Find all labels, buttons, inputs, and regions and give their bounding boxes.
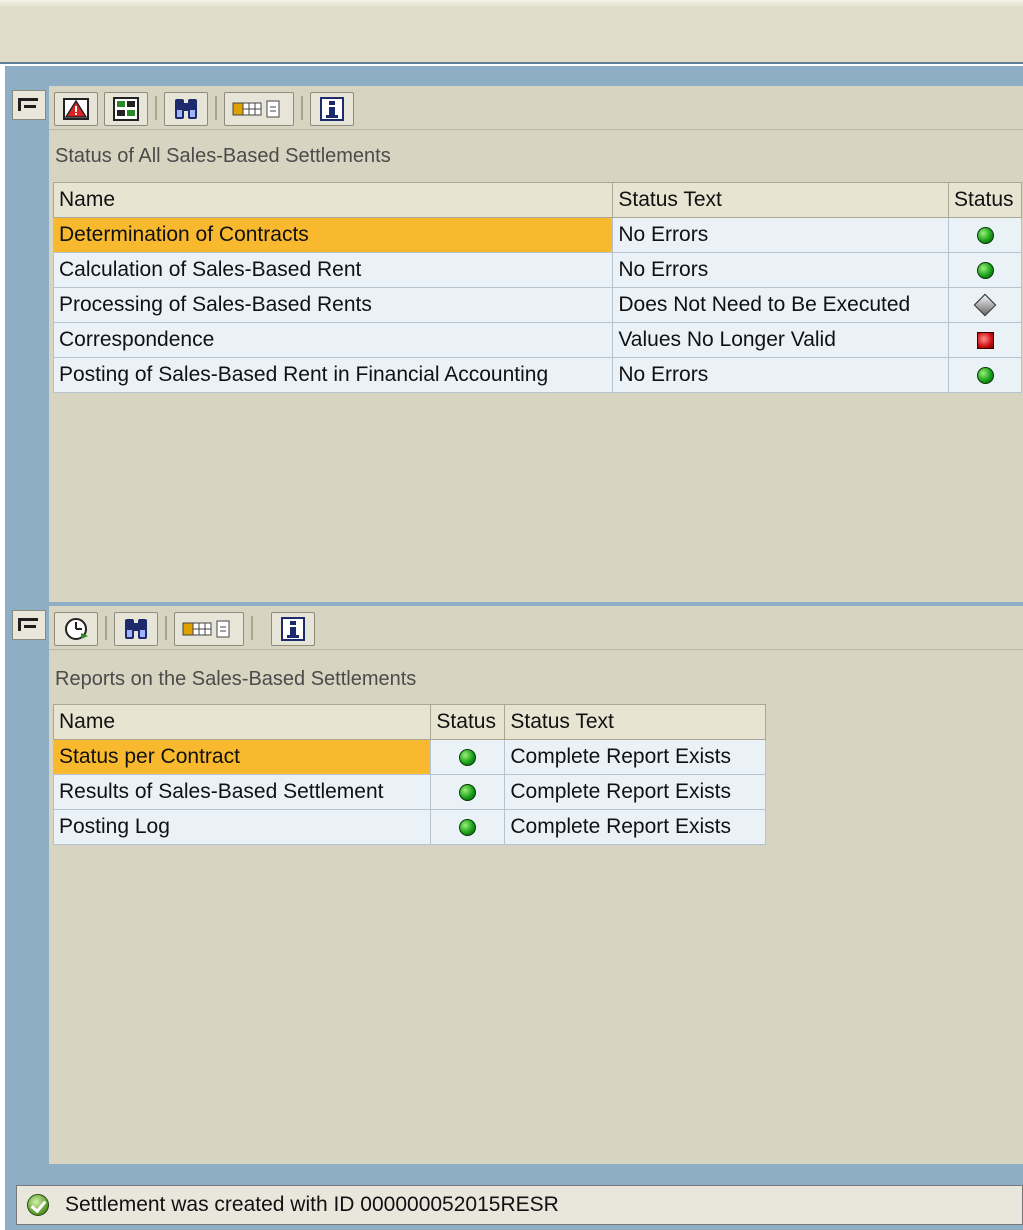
row-name[interactable]: Determination of Contracts	[52, 217, 614, 253]
table-row[interactable]: Results of Sales-Based Settlement Comple…	[52, 774, 766, 810]
alert-log-button[interactable]	[54, 92, 98, 126]
info-icon	[281, 617, 305, 641]
toolbar-separator	[301, 96, 303, 120]
information-button[interactable]	[310, 92, 354, 126]
layout-icon	[232, 100, 280, 118]
row-name[interactable]: Results of Sales-Based Settlement	[52, 774, 432, 810]
column-header-status[interactable]: Status	[430, 704, 506, 740]
tree-icon	[18, 98, 38, 111]
clock-icon	[65, 618, 88, 640]
info-icon	[320, 97, 344, 121]
row-status	[948, 357, 1022, 393]
overview-icon	[113, 97, 139, 121]
reports-toolbar	[49, 606, 1023, 650]
row-status	[430, 739, 506, 775]
change-layout-button[interactable]	[174, 612, 244, 646]
red-square-icon	[976, 331, 994, 349]
row-status	[430, 809, 506, 845]
toolbar-separator	[155, 96, 157, 120]
green-light-icon	[459, 748, 477, 766]
row-status-text: Complete Report Exists	[504, 809, 766, 845]
gray-diamond-icon	[973, 294, 997, 317]
expand-tree-button[interactable]	[12, 90, 46, 120]
green-light-icon	[459, 783, 477, 801]
toolbar-separator	[165, 616, 167, 640]
row-status-text: No Errors	[612, 252, 949, 288]
table-row[interactable]: Calculation of Sales-Based Rent No Error…	[52, 252, 1022, 288]
row-status-text: Does Not Need to Be Executed	[612, 287, 949, 323]
column-header-name[interactable]: Name	[52, 182, 614, 218]
column-header-name[interactable]: Name	[52, 704, 432, 740]
row-status	[430, 774, 506, 810]
find-icon	[175, 99, 197, 119]
green-light-icon	[976, 261, 994, 279]
settlement-status-panel: Status of All Sales-Based Settlements Na…	[49, 86, 1023, 602]
status-bar: Settlement was created with ID 000000052…	[16, 1185, 1023, 1225]
success-check-icon	[27, 1194, 49, 1216]
title-bar	[0, 0, 1023, 64]
row-status-text: No Errors	[612, 357, 949, 393]
tree-icon	[18, 618, 38, 631]
row-status	[948, 287, 1022, 323]
reports-title: Reports on the Sales-Based Settlements	[55, 668, 417, 690]
title-bar-highlight	[0, 0, 1023, 8]
row-name[interactable]: Status per Contract	[52, 739, 432, 775]
table-row[interactable]: Posting Log Complete Report Exists	[52, 809, 766, 845]
overview-button[interactable]	[104, 92, 148, 126]
reports-table: Name Status Status Text Status per Contr…	[52, 704, 766, 845]
row-status-text: No Errors	[612, 217, 949, 253]
row-status-text: Complete Report Exists	[504, 774, 766, 810]
green-light-icon	[976, 226, 994, 244]
row-name[interactable]: Posting of Sales-Based Rent in Financial…	[52, 357, 614, 393]
find-button[interactable]	[164, 92, 208, 126]
row-status-text: Values No Longer Valid	[612, 322, 949, 358]
green-light-icon	[459, 818, 477, 836]
settlement-status-table: Name Status Text Status Determination of…	[52, 182, 1022, 393]
toolbar-separator	[105, 616, 107, 640]
table-row[interactable]: Correspondence Values No Longer Valid	[52, 322, 1022, 358]
column-header-status-text[interactable]: Status Text	[612, 182, 949, 218]
row-status	[948, 322, 1022, 358]
reports-panel: Reports on the Sales-Based Settlements N…	[49, 606, 1023, 1164]
row-status-text: Complete Report Exists	[504, 739, 766, 775]
expand-tree-button[interactable]	[12, 610, 46, 640]
table-row[interactable]: Processing of Sales-Based Rents Does Not…	[52, 287, 1022, 323]
table-header-row: Name Status Text Status	[52, 182, 1022, 218]
settlement-status-toolbar	[49, 86, 1023, 130]
find-icon	[125, 619, 147, 639]
row-status	[948, 217, 1022, 253]
settlement-status-title: Status of All Sales-Based Settlements	[55, 145, 391, 167]
status-message: Settlement was created with ID 000000052…	[65, 1193, 559, 1216]
change-layout-button[interactable]	[224, 92, 294, 126]
column-header-status[interactable]: Status	[948, 182, 1022, 218]
column-header-status-text[interactable]: Status Text	[504, 704, 766, 740]
toolbar-separator	[251, 616, 253, 640]
table-header-row: Name Status Status Text	[52, 704, 766, 740]
row-name[interactable]: Correspondence	[52, 322, 614, 358]
toolbar-separator	[215, 96, 217, 120]
information-button[interactable]	[271, 612, 315, 646]
table-row[interactable]: Posting of Sales-Based Rent in Financial…	[52, 357, 1022, 393]
table-row[interactable]: Status per Contract Complete Report Exis…	[52, 739, 766, 775]
history-button[interactable]	[54, 612, 98, 646]
layout-icon	[182, 620, 230, 638]
alert-icon	[63, 98, 89, 120]
green-light-icon	[976, 366, 994, 384]
row-name[interactable]: Processing of Sales-Based Rents	[52, 287, 614, 323]
row-status	[948, 252, 1022, 288]
row-name[interactable]: Calculation of Sales-Based Rent	[52, 252, 614, 288]
row-name[interactable]: Posting Log	[52, 809, 432, 845]
find-button[interactable]	[114, 612, 158, 646]
table-row[interactable]: Determination of Contracts No Errors	[52, 217, 1022, 253]
